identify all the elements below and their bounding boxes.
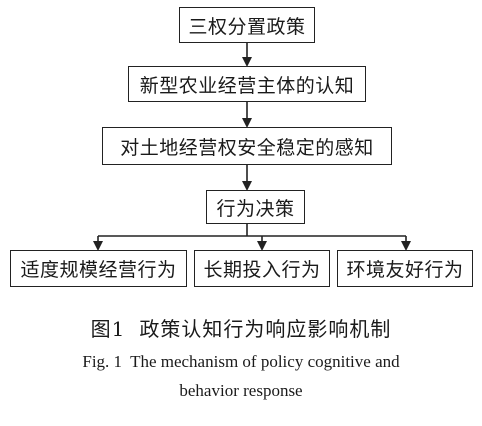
figure-caption-en-line2: behavior response (0, 381, 482, 401)
figure-title-en-line1: The mechanism of policy cognitive and (130, 352, 400, 371)
node-moderate-scale-operation: 适度规模经营行为 (10, 250, 187, 287)
node-long-term-investment: 长期投入行为 (194, 250, 330, 287)
figure-title-en-line2: behavior response (179, 381, 303, 400)
node-agricultural-entity-cognition: 新型农业经营主体的认知 (128, 66, 366, 102)
node-behavior-decision: 行为决策 (206, 190, 305, 224)
figure-caption-en-line1: Fig. 1 The mechanism of policy cognitive … (0, 352, 482, 372)
mechanism-diagram: 三权分置政策 新型农业经营主体的认知 对土地经营权安全稳定的感知 行为决策 适度… (0, 0, 482, 290)
node-land-right-security-perception: 对土地经营权安全稳定的感知 (102, 127, 392, 165)
figure-title-zh: 政策认知行为响应影响机制 (139, 317, 392, 341)
node-three-rights-policy: 三权分置政策 (179, 7, 315, 43)
figure-caption-zh: 图1 政策认知行为响应影响机制 (0, 313, 482, 342)
node-environment-friendly: 环境友好行为 (337, 250, 473, 287)
figure-number-en: Fig. 1 (82, 352, 123, 371)
figure-number-zh: 图1 (90, 317, 126, 341)
